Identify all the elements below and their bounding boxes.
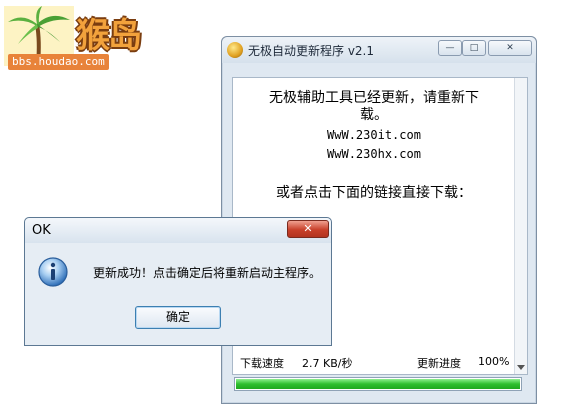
vertical-scrollbar[interactable] xyxy=(514,78,527,374)
scroll-down-arrow-icon[interactable] xyxy=(517,365,525,370)
minimize-button[interactable]: — xyxy=(438,40,462,56)
site-link-1[interactable]: WwW.230it.com xyxy=(233,128,515,142)
updater-title: 无极自动更新程序 v2.1 xyxy=(248,44,375,58)
download-hint: 或者点击下面的链接直接下载： xyxy=(276,185,472,201)
houdao-logo: 猴岛 bbs.houdao.com xyxy=(4,4,156,70)
app-icon xyxy=(227,42,243,58)
progress-fill xyxy=(236,379,520,389)
update-message: 无极辅助工具已经更新，请重新下 载。 xyxy=(233,90,515,124)
maximize-button[interactable]: □ xyxy=(462,40,486,56)
dialog-message: 更新成功！点击确定后将重新启动主程序。 xyxy=(93,266,322,280)
download-speed-label: 下载速度 xyxy=(240,357,284,370)
dialog-title: OK xyxy=(32,223,51,238)
logo-url: bbs.houdao.com xyxy=(8,54,109,70)
progress-value: 100% xyxy=(478,355,510,368)
dialog-close-button[interactable]: ✕ xyxy=(287,220,329,238)
update-message-line2: 载。 xyxy=(360,107,388,123)
updater-titlebar[interactable]: 无极自动更新程序 v2.1 — □ ✕ xyxy=(222,37,536,63)
progress-label: 更新进度 xyxy=(417,357,461,370)
ok-dialog: OK ✕ 更新成功！点击确定后将重新启动主程序。 确定 xyxy=(24,217,332,346)
update-message-line1: 无极辅助工具已经更新，请重新下 xyxy=(269,90,479,106)
update-progress-bar xyxy=(234,377,522,391)
dialog-titlebar[interactable]: OK ✕ xyxy=(25,218,331,243)
site-link-2[interactable]: WwW.230hx.com xyxy=(233,147,515,161)
ok-button[interactable]: 确定 xyxy=(135,306,221,329)
info-icon xyxy=(38,257,68,287)
download-speed-value: 2.7 KB/秒 xyxy=(302,357,353,370)
close-button[interactable]: ✕ xyxy=(488,40,532,56)
logo-brand-text: 猴岛 xyxy=(76,16,142,56)
